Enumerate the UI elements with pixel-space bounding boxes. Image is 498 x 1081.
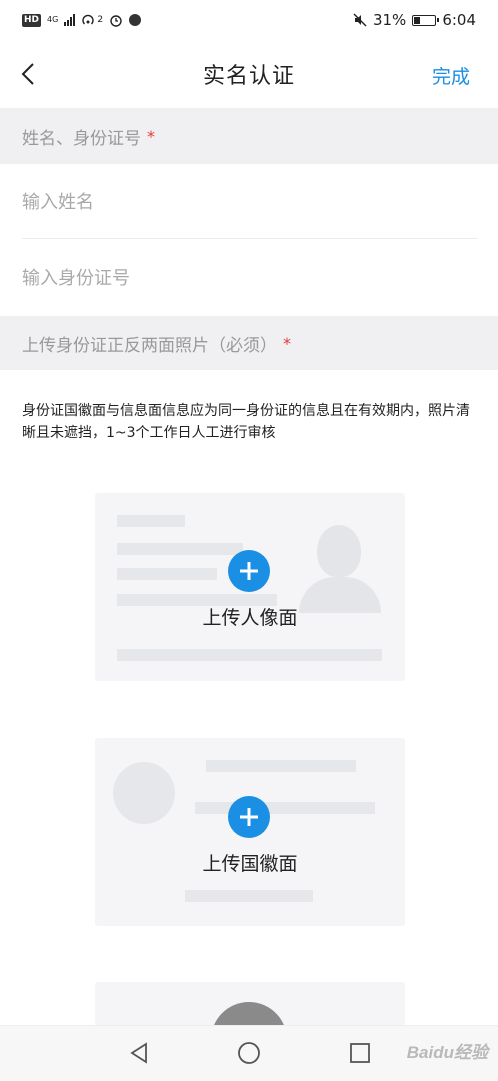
placeholder-line	[117, 515, 185, 527]
alarm-icon	[110, 15, 122, 27]
required-mark: *	[147, 126, 155, 146]
name-input[interactable]	[22, 191, 478, 213]
section-label: 姓名、身份证号	[22, 128, 141, 149]
hd-badge: HD	[22, 13, 42, 27]
portrait-silhouette-icon	[317, 525, 361, 577]
chevron-left-icon	[21, 63, 34, 85]
upload-portrait-label: 上传人像面	[202, 607, 298, 629]
id-field-row	[22, 240, 478, 316]
status-time: 6:04	[442, 11, 476, 29]
home-circle-icon[interactable]	[236, 1040, 262, 1066]
status-left: HD 4G 2	[22, 13, 142, 27]
emblem-silhouette-icon	[113, 762, 175, 824]
signal-icon	[64, 14, 76, 26]
placeholder-line	[206, 760, 356, 772]
placeholder-line	[117, 568, 217, 580]
id-number-input[interactable]	[22, 267, 478, 289]
required-mark: *	[283, 333, 291, 353]
upload-hint-text: 身份证国徽面与信息面信息应为同一身份证的信息且在有效期内，照片清晰且未遮挡，1~…	[22, 403, 470, 441]
page-title: 实名认证	[202, 64, 295, 89]
mute-icon	[353, 13, 367, 27]
system-navigation-bar: Baidu经验	[0, 1025, 498, 1081]
back-triangle-icon[interactable]	[126, 1040, 152, 1066]
name-field-row	[22, 164, 478, 240]
baidu-watermark: Baidu经验	[406, 1043, 488, 1062]
section-header-photos: 上传身份证正反两面照片（必须） *	[0, 316, 498, 370]
placeholder-line	[195, 802, 375, 814]
nav-bar: 实名认证 完成	[0, 40, 498, 108]
section-label: 上传身份证正反两面照片（必须）	[22, 335, 277, 356]
battery-icon	[412, 14, 440, 26]
battery-percent: 31%	[372, 11, 407, 29]
upload-portrait-card[interactable]: 上传人像面	[95, 493, 405, 681]
upload-emblem-card[interactable]: 上传国徽面	[95, 738, 405, 926]
notification-icon	[129, 14, 142, 26]
network-tag: 4G	[47, 15, 59, 24]
superscript-count: 2	[97, 15, 104, 25]
upload-emblem-label: 上传国徽面	[202, 853, 298, 875]
section-header-name-id: 姓名、身份证号 *	[0, 108, 498, 164]
placeholder-line	[185, 890, 313, 902]
divider	[22, 238, 478, 239]
recents-square-icon[interactable]	[347, 1040, 373, 1066]
placeholder-line	[117, 649, 382, 661]
plus-icon[interactable]	[228, 796, 270, 838]
status-bar: HD 4G 2 31% 6:04	[0, 0, 498, 40]
plus-icon[interactable]	[228, 550, 270, 592]
hotspot-icon	[82, 14, 94, 25]
placeholder-line	[117, 543, 243, 555]
back-button[interactable]	[8, 54, 48, 94]
done-button[interactable]: 完成	[432, 62, 470, 89]
status-right: 31% 6:04	[353, 11, 476, 29]
